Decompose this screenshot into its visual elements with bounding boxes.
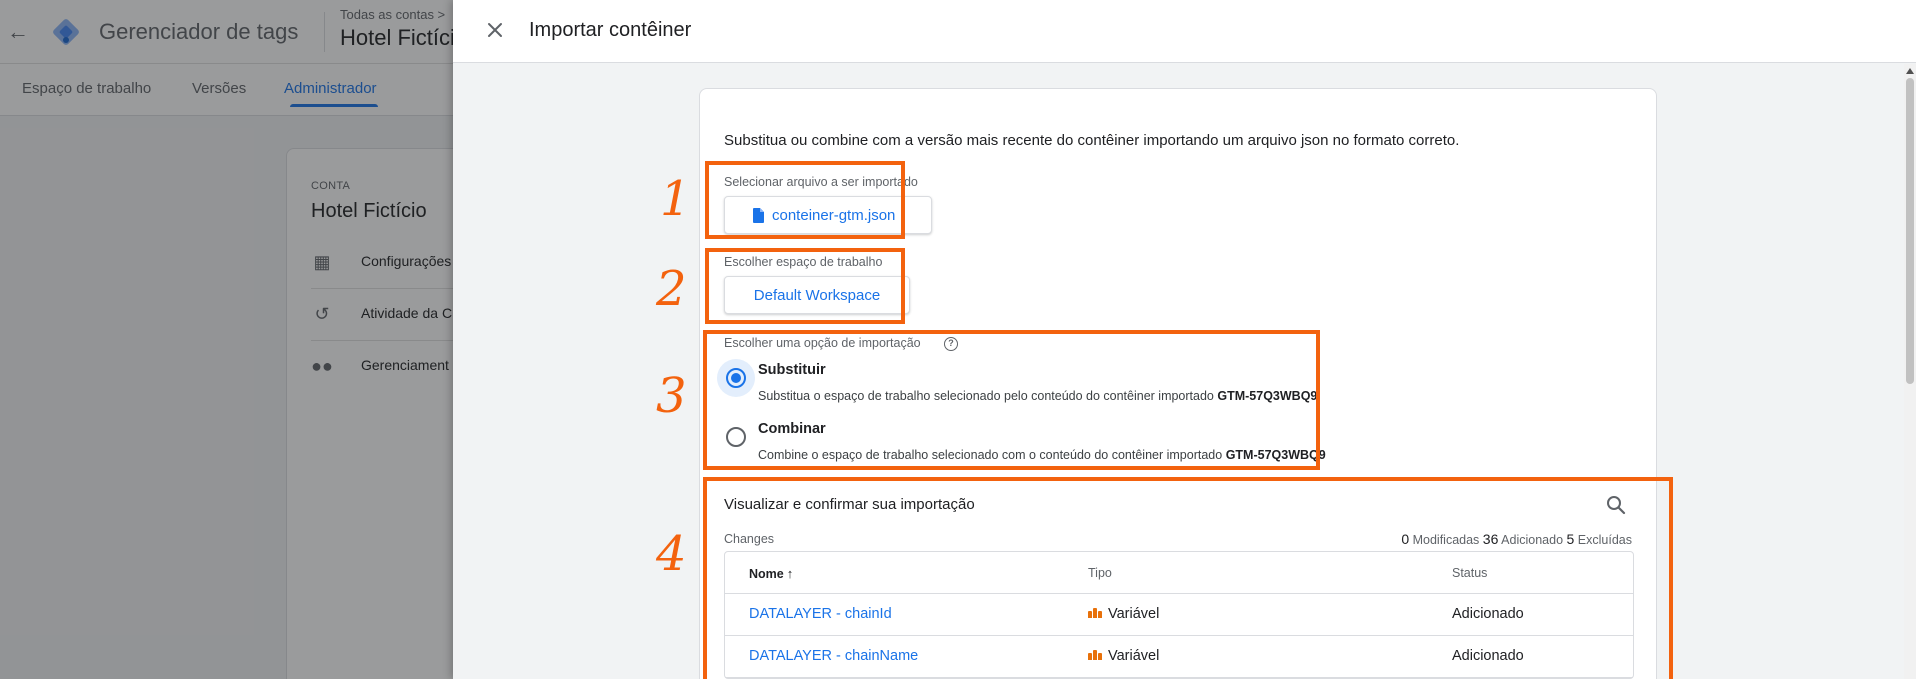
annotation-box-3	[703, 330, 1320, 470]
annotation-number-1: 1	[660, 171, 691, 227]
close-icon[interactable]	[481, 16, 509, 44]
annotation-number-4: 4	[656, 526, 687, 582]
annotation-box-1	[705, 161, 905, 239]
import-container-sheet: Importar contêiner Substitua ou combine …	[453, 0, 1916, 679]
annotation-box-4	[703, 477, 1673, 679]
intro-text: Substitua ou combine com a versão mais r…	[724, 132, 1460, 149]
scrollbar-thumb[interactable]	[1906, 78, 1914, 384]
annotation-number-2: 2	[656, 261, 687, 317]
annotation-number-3: 3	[656, 368, 687, 424]
scroll-up-arrow-icon[interactable]	[1906, 68, 1914, 74]
sheet-title: Importar contêiner	[529, 19, 692, 41]
annotation-box-2	[705, 248, 905, 324]
sheet-header: Importar contêiner	[453, 0, 1916, 63]
